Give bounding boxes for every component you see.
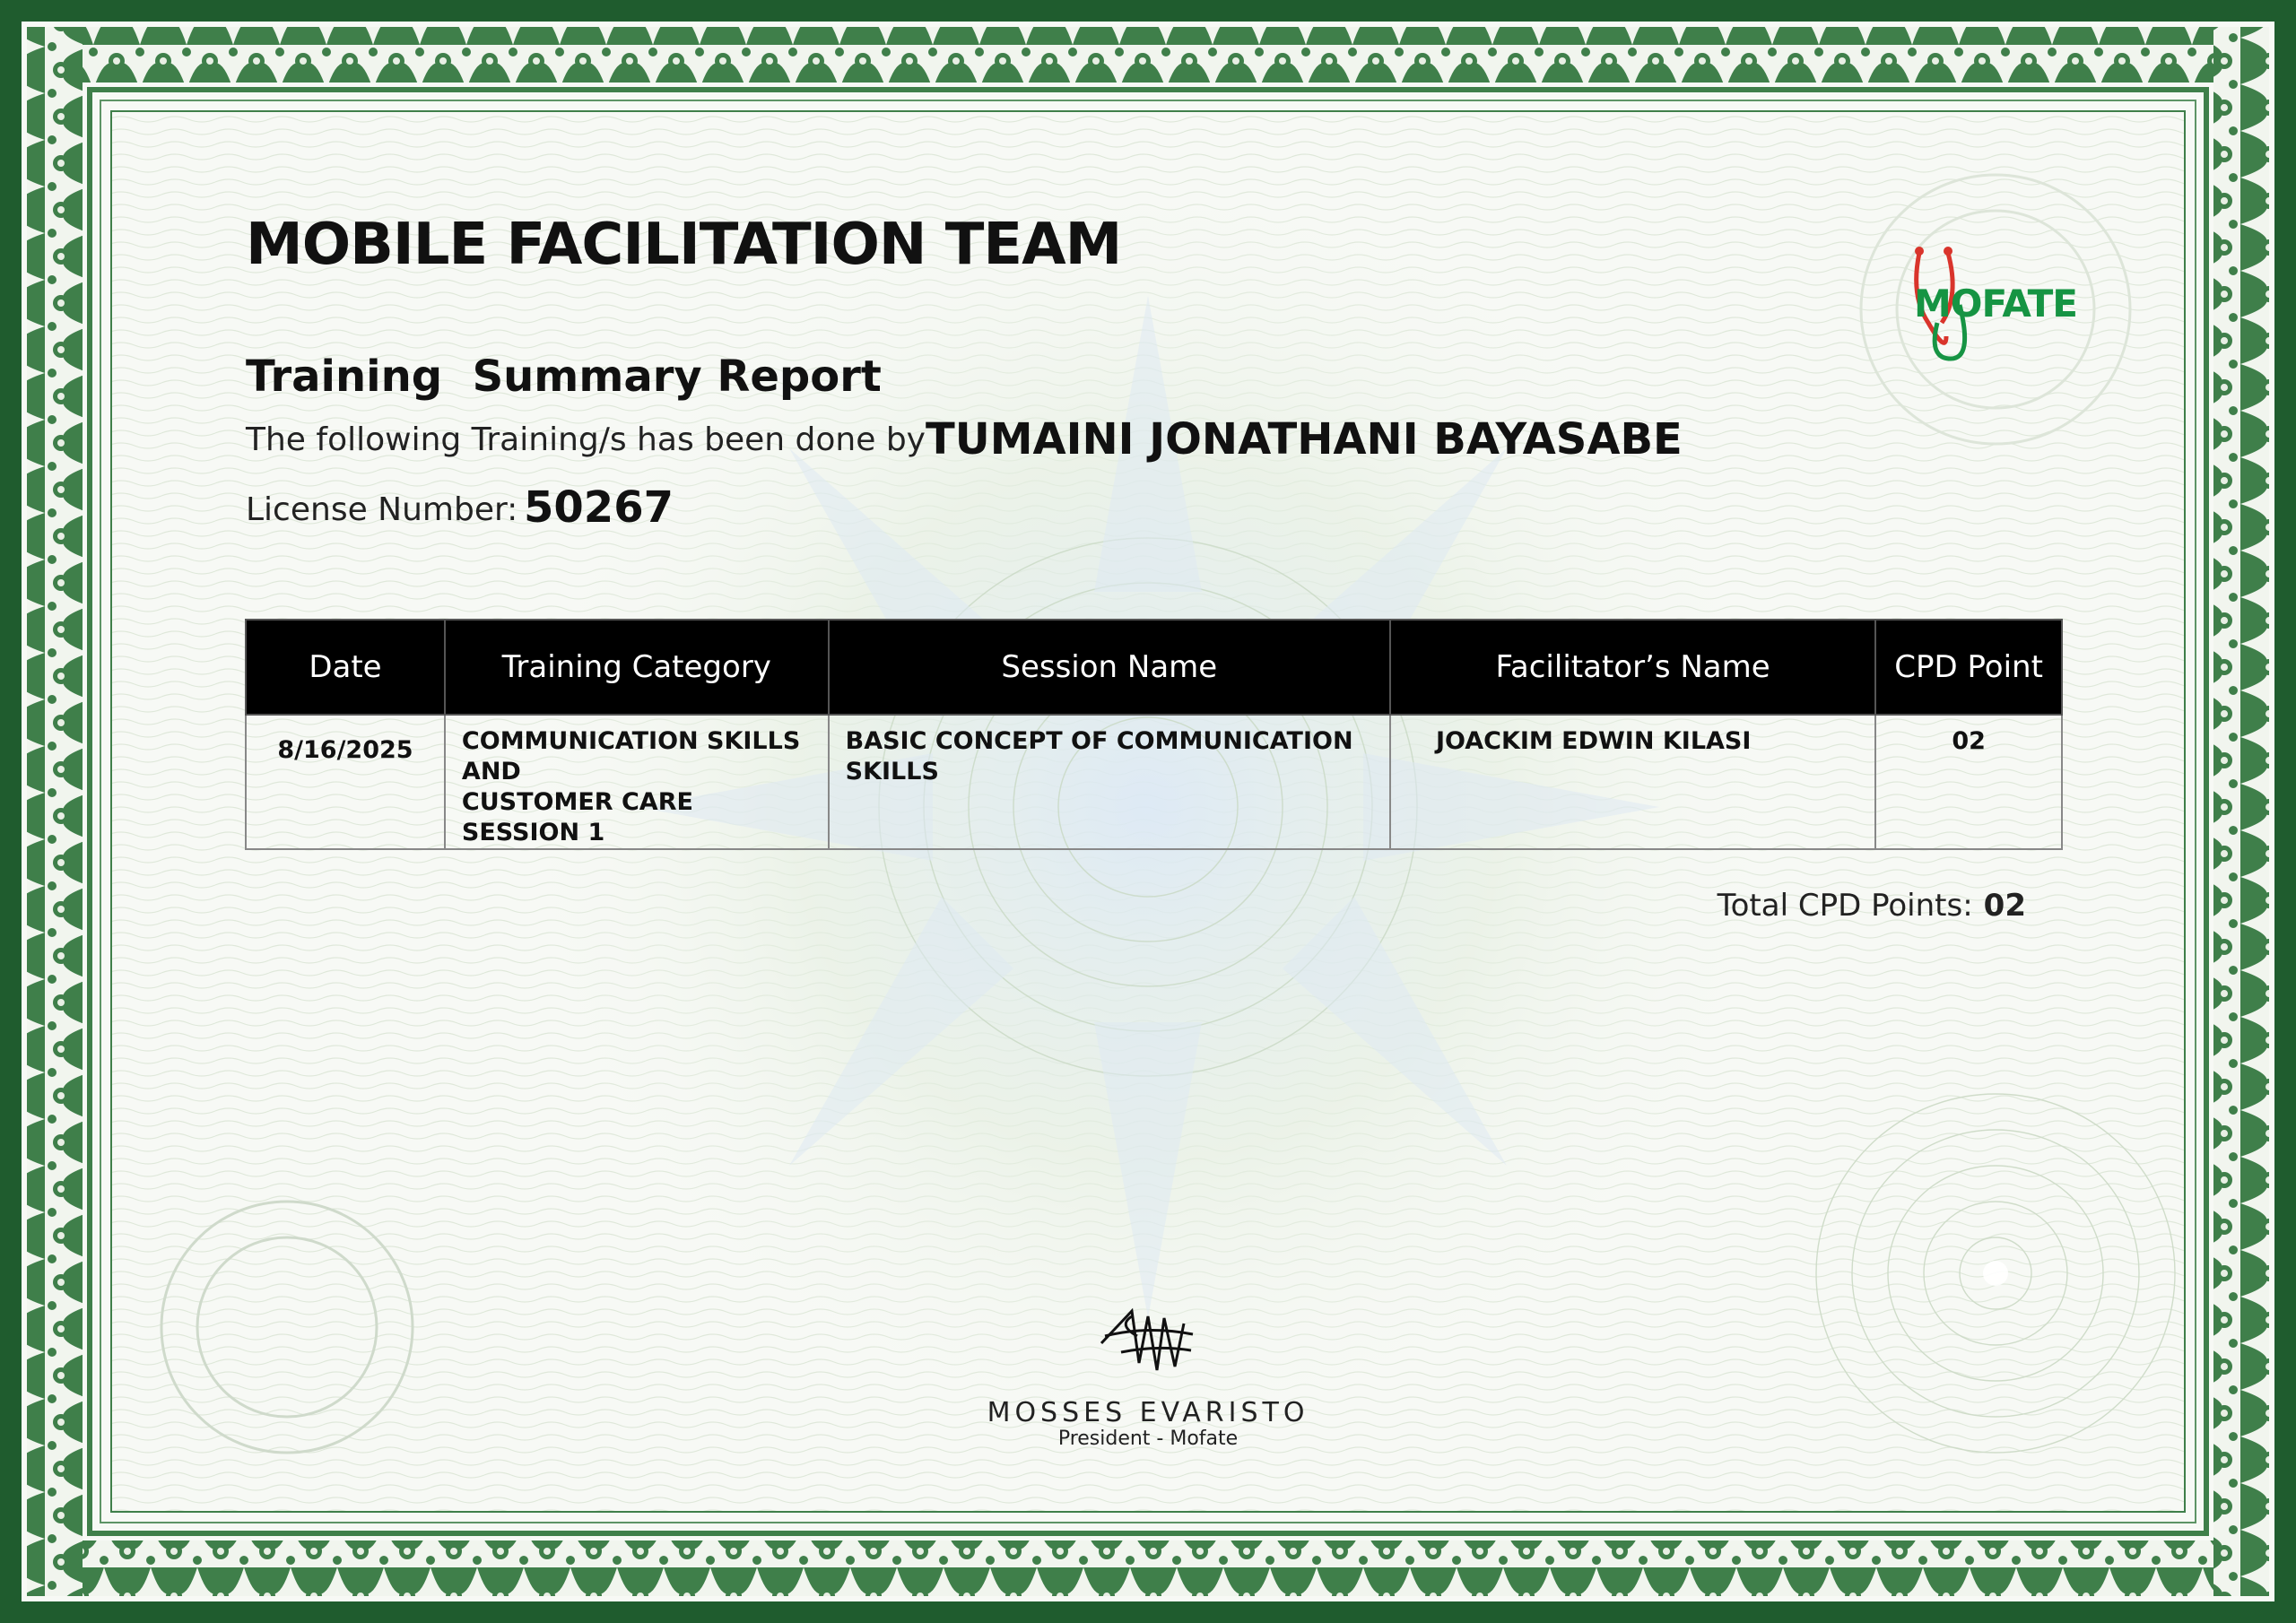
column-header-cpd: CPD Point <box>1874 619 2063 716</box>
column-header-category: Training Category <box>443 619 830 716</box>
table-header-row: Date Training Category Session Name Faci… <box>245 619 2063 716</box>
cell-date: 8/16/2025 <box>245 714 446 850</box>
cell-session: BASIC CONCEPT OF COMMUNICATION SKILLS <box>827 714 1391 850</box>
mofate-logo-text: MOFATE <box>1914 282 2078 325</box>
signer-title: President - Mofate <box>1057 1428 1239 1450</box>
total-cpd-value: 02 <box>1983 888 2026 924</box>
table-row: 8/16/2025 COMMUNICATION SKILLS AND CUSTO… <box>245 714 2063 850</box>
cell-facilitator: JOACKIM EDWIN KILASI <box>1388 714 1877 850</box>
license-number: 50267 <box>524 482 674 533</box>
report-title: Training Summary Report <box>246 352 882 402</box>
column-header-date: Date <box>245 619 446 716</box>
total-cpd-label: Total CPD Points: <box>1717 888 1973 924</box>
recipient-name: TUMAINI JONATHANI BAYASABE <box>926 414 1683 464</box>
certificate-page: MOBILE FACILITATION TEAM MOFATE Training… <box>0 0 2296 1623</box>
done-by-label: The following Training/s has been done b… <box>246 421 926 458</box>
license-label: License Number: <box>246 491 518 528</box>
cell-category-line1: COMMUNICATION SKILLS AND <box>461 727 801 785</box>
column-header-session: Session Name <box>827 619 1391 716</box>
cell-cpd: 02 <box>1874 714 2063 850</box>
cell-category-line2: CUSTOMER CARE SESSION 1 <box>461 788 693 846</box>
signer-name: MOSSES EVARISTO <box>987 1397 1309 1428</box>
total-cpd-points: Total CPD Points: 02 <box>1718 888 2026 924</box>
column-header-facilitator: Facilitator’s Name <box>1388 619 1877 716</box>
training-table: Date Training Category Session Name Faci… <box>245 619 2063 850</box>
organization-title: MOBILE FACILITATION TEAM <box>246 212 1122 278</box>
cell-category: COMMUNICATION SKILLS AND CUSTOMER CARE S… <box>443 714 830 850</box>
